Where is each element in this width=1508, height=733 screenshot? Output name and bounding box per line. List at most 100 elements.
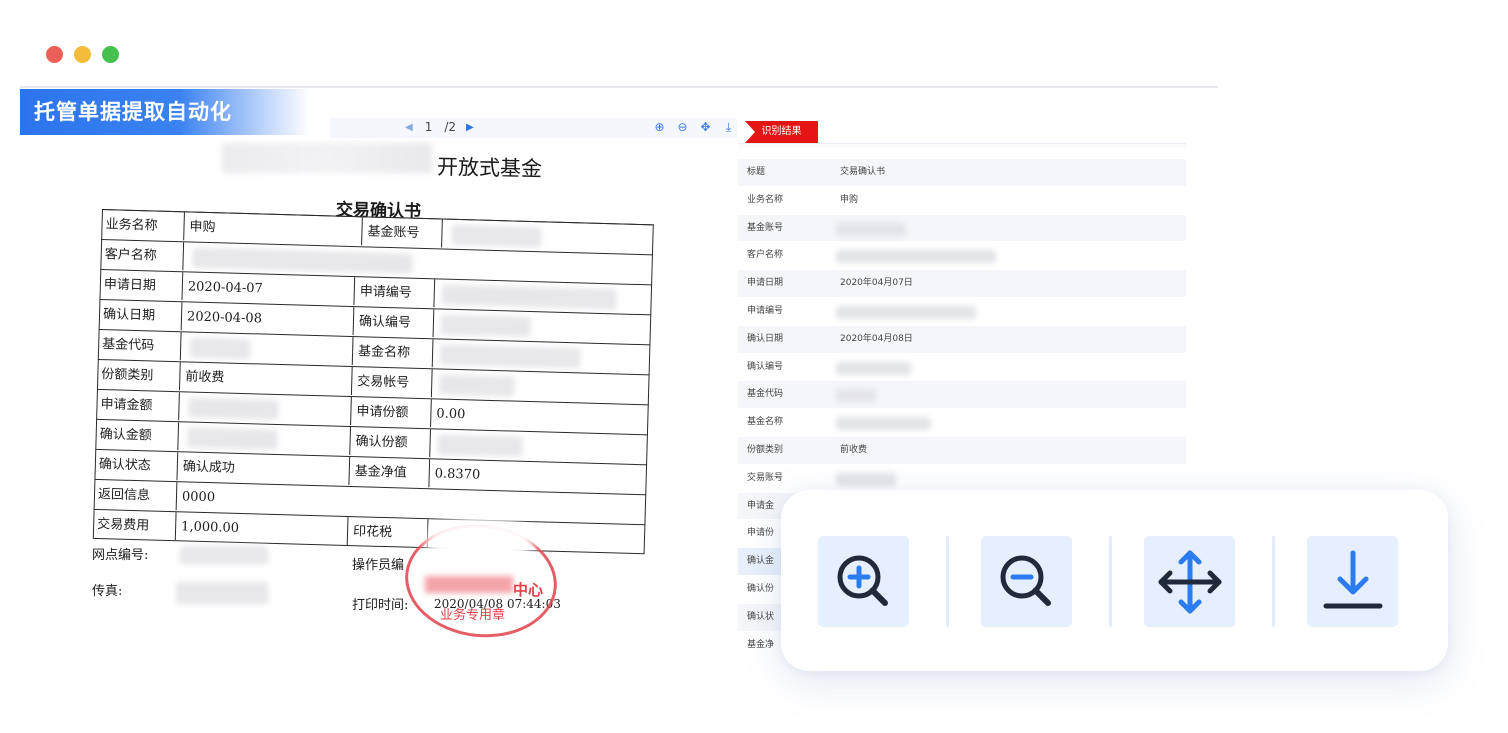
result-row[interactable]: 份额类别 前收费: [738, 436, 1186, 465]
label-confirm-no: 确认编号: [358, 314, 412, 331]
label-customer-name: 客户名称: [104, 247, 157, 264]
result-key: 交易账号: [747, 472, 784, 483]
label-fax: 传真:: [92, 584, 123, 599]
label-confirm-date: 确认日期: [102, 307, 156, 324]
download-button[interactable]: [1307, 536, 1398, 627]
result-value: 2020年04月07日: [840, 278, 913, 289]
label-branch-no: 网点编号:: [92, 548, 149, 563]
window-controls: [46, 46, 119, 63]
redacted-value: [836, 361, 911, 375]
result-key: 基金代码: [747, 389, 784, 400]
zoom-out-icon[interactable]: ⊖: [675, 120, 690, 135]
value-share-type: 前收费: [185, 369, 225, 386]
download-icon: [1323, 550, 1382, 608]
result-key: 申请编号: [747, 305, 784, 316]
value-return-info: 0000: [181, 489, 216, 506]
label-fund-name: 基金名称: [357, 344, 411, 361]
viewer-toolbar: ◀ 1 /2 ▶ ⊕ ⊖ ✥ ⤓: [330, 118, 737, 138]
result-row[interactable]: 客户名称: [738, 242, 1186, 271]
app-window: 托管单据提取自动化 ◀ 1 /2 ▶ ⊕ ⊖ ✥ ⤓ 开放式基金 交易确认书 业…: [0, 0, 1508, 733]
label-confirm-amount: 确认金额: [99, 427, 152, 444]
result-key: 标题: [747, 167, 766, 177]
result-row[interactable]: 申请日期 2020年04月07日: [738, 270, 1186, 298]
zoom-out-button[interactable]: [981, 536, 1072, 627]
value-confirm-status: 确认成功: [182, 459, 236, 476]
confirmation-table: 业务名称 申购 基金账号 客户名称 申请日期 2020-04-07 申请编号 确…: [92, 209, 654, 555]
label-confirm-status: 确认状态: [98, 457, 152, 474]
label-confirm-shares: 确认份额: [355, 434, 408, 451]
result-row[interactable]: 基金代码: [738, 381, 1186, 410]
result-value: 前收费: [840, 444, 868, 455]
move-icon[interactable]: ✥: [698, 120, 713, 135]
move-button[interactable]: [1144, 536, 1235, 627]
tool-separator: [1272, 536, 1275, 627]
value-nav: 0.8370: [434, 466, 481, 483]
result-value: 2020年04月08日: [840, 333, 913, 344]
redacted-value: [836, 222, 906, 236]
result-key: 基金净: [747, 639, 775, 650]
label-return-info: 返回信息: [97, 487, 151, 504]
label-stamp-tax: 印花税: [352, 524, 393, 541]
result-row[interactable]: 申请编号: [738, 297, 1186, 326]
zoom-in-button[interactable]: [818, 536, 909, 627]
value-apply-shares: 0.00: [436, 406, 466, 423]
result-row[interactable]: 基金账号: [738, 214, 1186, 243]
redacted-value: [836, 472, 896, 486]
result-key: 业务名称: [747, 194, 784, 205]
result-value: 交易确认书: [840, 167, 886, 177]
result-row[interactable]: 基金名称: [738, 409, 1186, 437]
result-key: 确认编号: [747, 361, 784, 372]
tool-separator: [946, 536, 949, 627]
close-window-button[interactable]: [46, 46, 63, 63]
result-value: 申购: [840, 194, 859, 205]
zoom-in-icon[interactable]: ⊕: [652, 120, 667, 135]
label-share-type: 份额类别: [101, 367, 154, 384]
seal-redaction-bar: [425, 576, 513, 593]
result-key: 申请金: [747, 500, 775, 511]
label-apply-date: 申请日期: [103, 277, 157, 294]
result-row[interactable]: 交易账号: [738, 464, 1186, 493]
result-key: 确认金: [747, 556, 775, 567]
label-nav: 基金净值: [354, 464, 407, 481]
result-key: 申请日期: [747, 278, 784, 289]
download-icon[interactable]: ⤓: [721, 120, 736, 135]
zoom-in-icon: [837, 555, 888, 606]
tool-card: [781, 490, 1448, 671]
tab-recognition-result[interactable]: 识别结果: [745, 121, 818, 143]
value-trade-fee: 1,000.00: [180, 519, 240, 536]
seal-subtext: 业务专用章: [440, 608, 506, 623]
result-row[interactable]: 确认日期 2020年04月08日: [738, 325, 1186, 354]
next-page-icon[interactable]: ▶: [466, 122, 474, 133]
label-trade-fee: 交易费用: [96, 516, 150, 534]
minimize-window-button[interactable]: [74, 46, 91, 63]
redacted-value: [836, 389, 876, 403]
zoom-out-icon: [1000, 555, 1051, 606]
result-key: 申请份: [747, 528, 775, 539]
redacted-value: [836, 305, 976, 319]
move-icon: [1158, 550, 1221, 613]
value-business-name: 申购: [189, 219, 216, 236]
redacted-value: [836, 417, 931, 431]
result-key: 确认日期: [747, 333, 784, 344]
label-print-time: 打印时间:: [352, 598, 409, 613]
prev-page-icon[interactable]: ◀: [405, 122, 413, 133]
result-row[interactable]: 确认编号: [738, 353, 1186, 382]
viewer-mini-tools: ⊕ ⊖ ✥ ⤓: [652, 120, 736, 135]
seal-text: 中心: [513, 581, 544, 599]
seal-redaction: [425, 517, 535, 567]
feature-title: 托管单据提取自动化: [20, 89, 310, 135]
label-apply-amount: 申请金额: [100, 397, 153, 414]
result-key: 基金账号: [747, 222, 784, 233]
page-current[interactable]: 1: [423, 120, 435, 134]
redacted-fax: [176, 582, 268, 604]
result-row[interactable]: 标题 交易确认书: [738, 159, 1186, 187]
result-header-divider: [738, 143, 1186, 148]
result-key: 份额类别: [747, 444, 784, 455]
result-key: 客户名称: [747, 250, 784, 261]
result-key: 基金名称: [747, 417, 784, 428]
maximize-window-button[interactable]: [102, 46, 119, 63]
value-confirm-date: 2020-04-08: [186, 309, 263, 327]
label-fund-account: 基金账号: [367, 224, 420, 241]
result-row[interactable]: 业务名称 申购: [738, 186, 1186, 215]
page-total: /2: [444, 120, 457, 134]
